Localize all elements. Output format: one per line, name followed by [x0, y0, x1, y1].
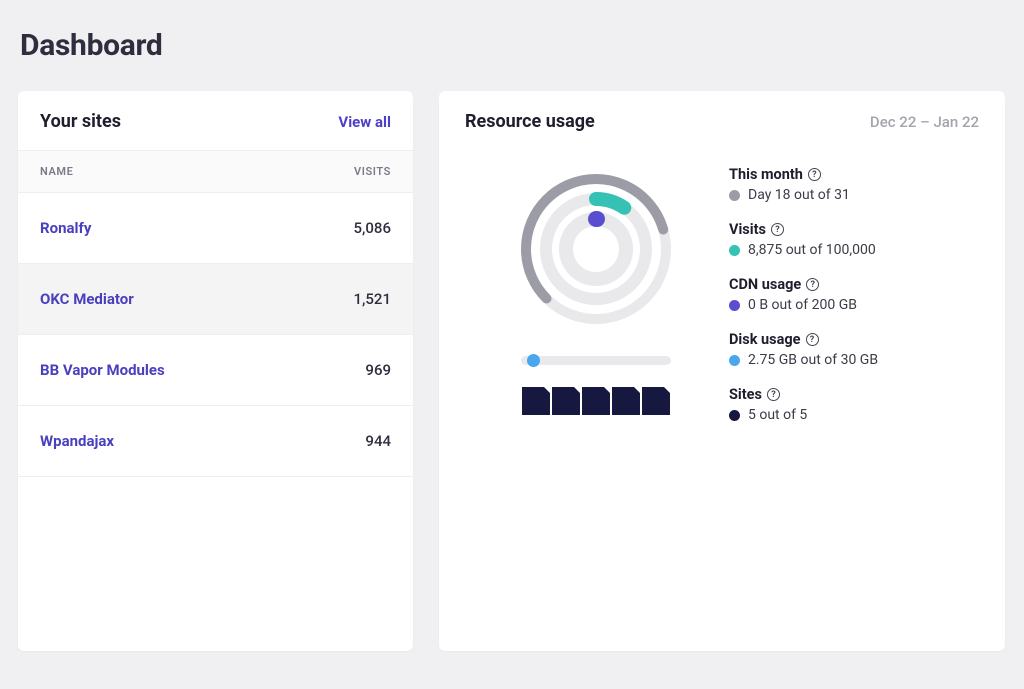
radial-usage-chart-icon — [511, 164, 681, 334]
resource-usage-header: Resource usage Dec 22 – Jan 22 — [465, 111, 979, 132]
legend-visits-label: Visits — [729, 221, 766, 238]
legend-cdn: CDN usage ? 0 B out of 200 GB — [729, 276, 979, 313]
legend-disk-value: 2.75 GB out of 30 GB — [748, 352, 878, 368]
site-name: Wpandajax — [40, 432, 114, 450]
legend-visits: Visits ? 8,875 out of 100,000 — [729, 221, 979, 258]
disk-usage-bar — [521, 356, 671, 365]
legend-cdn-label: CDN usage — [729, 276, 801, 293]
site-square — [642, 387, 670, 415]
legend-month-label: This month — [729, 166, 803, 183]
view-all-link[interactable]: View all — [338, 113, 391, 131]
legend-visits-dot — [729, 245, 740, 256]
site-row[interactable]: Wpandajax 944 — [18, 406, 413, 477]
legend-sites-value: 5 out of 5 — [748, 407, 807, 423]
resource-usage-body: This month ? Day 18 out of 31 Visits ? — [465, 154, 979, 423]
site-row[interactable]: BB Vapor Modules 969 — [18, 335, 413, 406]
site-name: OKC Mediator — [40, 290, 134, 308]
disk-usage-knob — [527, 354, 540, 367]
legend-sites-dot — [729, 410, 740, 421]
site-visits: 969 — [365, 361, 391, 379]
help-icon[interactable]: ? — [806, 278, 819, 291]
legend-month: This month ? Day 18 out of 31 — [729, 166, 979, 203]
resource-usage-card: Resource usage Dec 22 – Jan 22 — [439, 91, 1005, 651]
legend-cdn-value: 0 B out of 200 GB — [748, 297, 857, 313]
resource-usage-daterange: Dec 22 – Jan 22 — [870, 113, 979, 131]
site-visits: 5,086 — [354, 219, 391, 237]
page-title: Dashboard — [20, 28, 1006, 63]
legend-month-dot — [729, 190, 740, 201]
site-visits: 1,521 — [354, 290, 391, 308]
help-icon[interactable]: ? — [808, 168, 821, 181]
legend-disk-dot — [729, 355, 740, 366]
legend-sites: Sites ? 5 out of 5 — [729, 386, 979, 423]
legend-sites-label: Sites — [729, 386, 762, 403]
col-visits-label: VISITS — [354, 165, 391, 178]
site-visits: 944 — [365, 432, 391, 450]
sites-count-icon — [522, 387, 670, 415]
your-sites-title: Your sites — [40, 111, 121, 132]
site-row[interactable]: OKC Mediator 1,521 — [18, 264, 413, 335]
dashboard-cards: Your sites View all NAME VISITS Ronalfy … — [18, 91, 1006, 651]
site-row[interactable]: Ronalfy 5,086 — [18, 193, 413, 264]
site-name: BB Vapor Modules — [40, 361, 165, 379]
col-name-label: NAME — [40, 165, 73, 178]
legend-month-value: Day 18 out of 31 — [748, 187, 850, 203]
your-sites-header: Your sites View all — [18, 91, 413, 150]
usage-legend: This month ? Day 18 out of 31 Visits ? — [729, 164, 979, 423]
legend-disk-label: Disk usage — [729, 331, 801, 348]
legend-disk: Disk usage ? 2.75 GB out of 30 GB — [729, 331, 979, 368]
site-square — [612, 387, 640, 415]
site-square — [522, 387, 550, 415]
help-icon[interactable]: ? — [771, 223, 784, 236]
usage-visualization — [465, 164, 695, 415]
legend-visits-value: 8,875 out of 100,000 — [748, 242, 876, 258]
site-square — [582, 387, 610, 415]
resource-usage-title: Resource usage — [465, 111, 595, 132]
help-icon[interactable]: ? — [806, 333, 819, 346]
site-square — [552, 387, 580, 415]
your-sites-card: Your sites View all NAME VISITS Ronalfy … — [18, 91, 413, 651]
legend-cdn-dot — [729, 300, 740, 311]
help-icon[interactable]: ? — [767, 388, 780, 401]
sites-column-header: NAME VISITS — [18, 150, 413, 193]
site-name: Ronalfy — [40, 219, 91, 237]
